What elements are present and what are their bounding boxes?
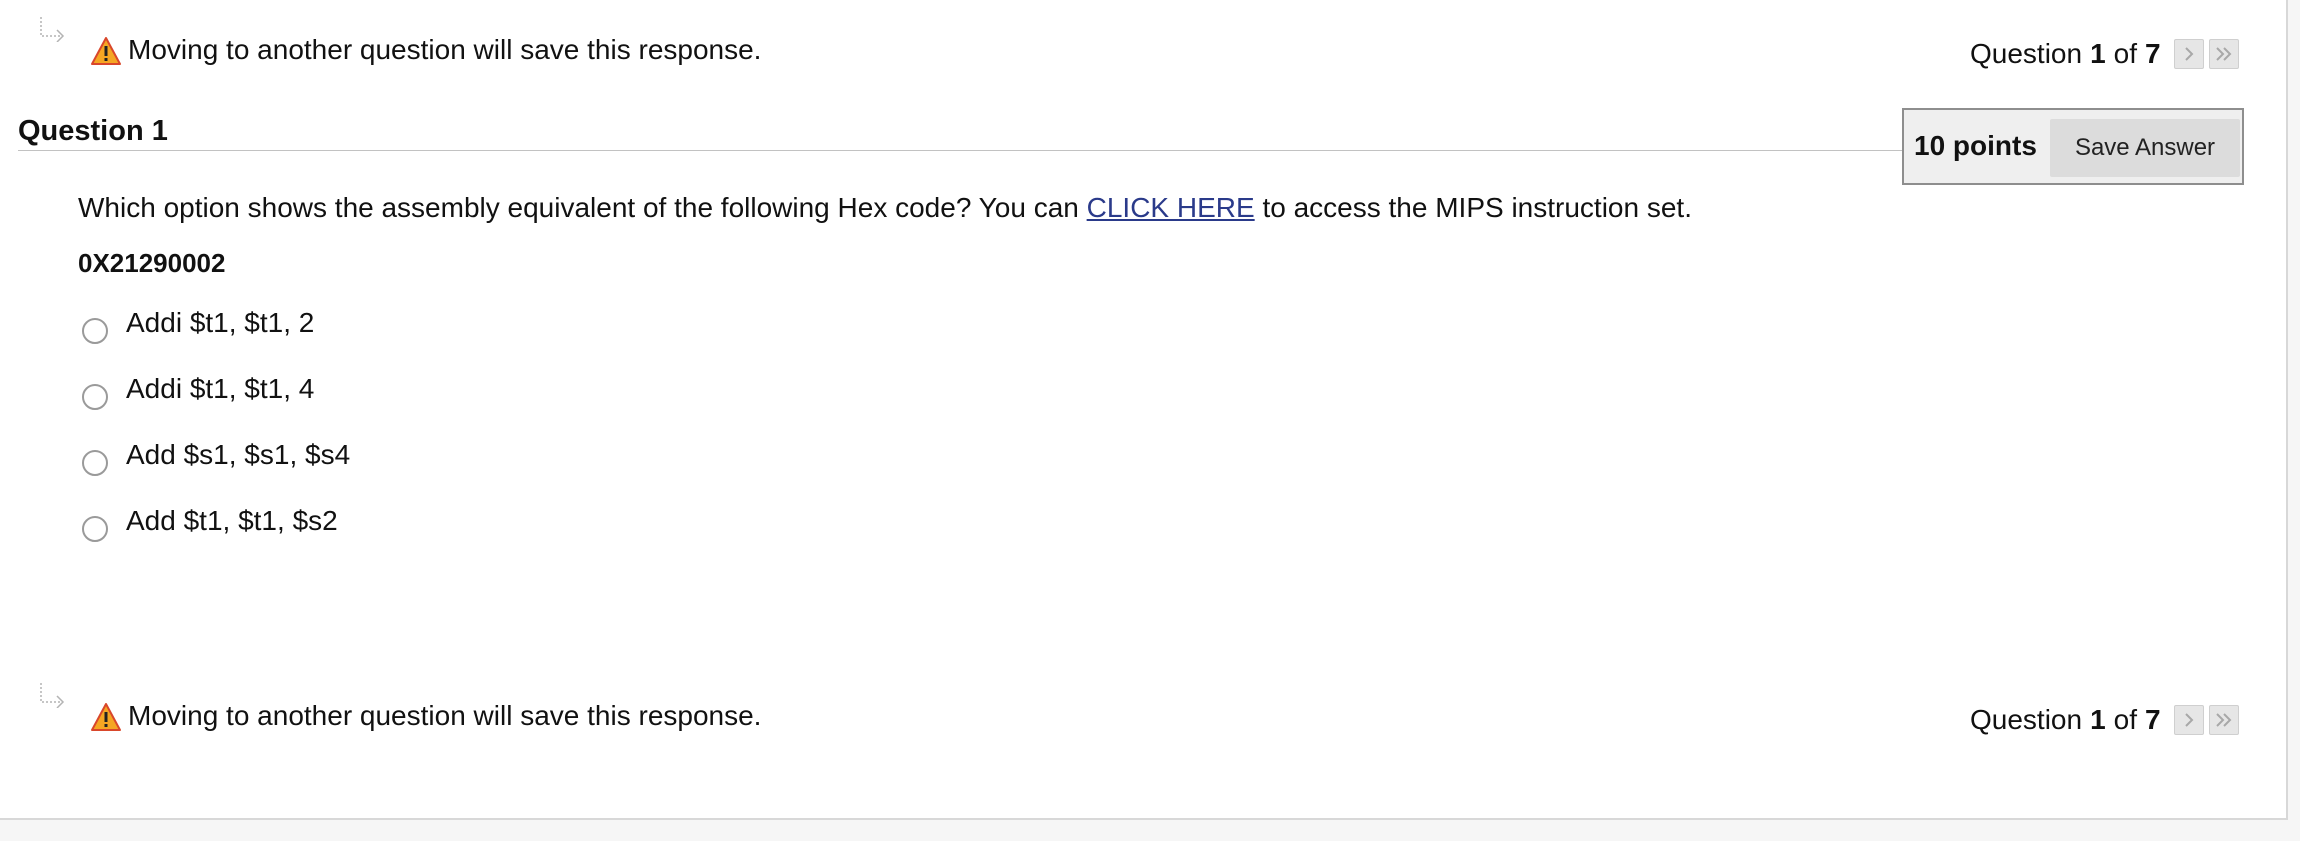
question-navigator-top: Question 1 of 7: [1970, 37, 2239, 71]
question-nav-prefix: Question: [1970, 704, 2083, 735]
total-question-count: 7: [2145, 38, 2161, 69]
double-chevron-right-icon: [2215, 713, 2232, 727]
save-notice-text: Moving to another question will save thi…: [128, 700, 762, 731]
save-notice-text: Moving to another question will save thi…: [128, 34, 762, 65]
answer-option[interactable]: Add $t1, $t1, $s2: [82, 504, 682, 548]
answer-option-label[interactable]: Add $s1, $s1, $s4: [126, 438, 350, 472]
last-question-button[interactable]: [2208, 39, 2239, 69]
radio-button[interactable]: [82, 384, 108, 410]
save-answer-button[interactable]: Save Answer: [2050, 119, 2240, 177]
question-nav-of: of: [2113, 704, 2138, 735]
question-prompt: Which option shows the assembly equivale…: [78, 190, 1692, 226]
radio-button[interactable]: [82, 516, 108, 542]
question-title: Question 1: [18, 115, 168, 147]
points-label: 10 points: [1914, 130, 2037, 161]
question-divider: [18, 150, 1904, 151]
next-question-button[interactable]: [2173, 39, 2204, 69]
prompt-text-before: Which option shows the assembly equivale…: [78, 192, 1087, 223]
prompt-text-after: to access the MIPS instruction set.: [1254, 192, 1692, 223]
warning-icon: [91, 703, 121, 731]
double-chevron-right-icon: [2215, 47, 2232, 61]
answer-option-label[interactable]: Add $t1, $t1, $s2: [126, 504, 338, 538]
hex-code: 0X21290002: [78, 248, 226, 278]
chevron-right-icon: [2184, 47, 2194, 61]
answer-option[interactable]: Addi $t1, $t1, 4: [82, 372, 682, 416]
elbow-arrow-icon: [40, 17, 65, 42]
points-box: 10 points Save Answer: [1902, 108, 2244, 185]
answer-option[interactable]: Addi $t1, $t1, 2: [82, 306, 682, 350]
answer-option-label[interactable]: Addi $t1, $t1, 4: [126, 372, 314, 406]
current-question-number: 1: [2090, 704, 2106, 735]
question-nav-prefix: Question: [1970, 38, 2083, 69]
warning-icon: [91, 37, 121, 65]
current-question-number: 1: [2090, 38, 2106, 69]
next-question-button[interactable]: [2173, 705, 2204, 735]
answer-option[interactable]: Add $s1, $s1, $s4: [82, 438, 682, 482]
radio-button[interactable]: [82, 450, 108, 476]
last-question-button[interactable]: [2208, 705, 2239, 735]
assessment-panel: Moving to another question will save thi…: [0, 0, 2288, 820]
mips-instruction-set-link[interactable]: CLICK HERE: [1087, 192, 1255, 223]
question-navigator-bottom: Question 1 of 7: [1970, 703, 2239, 737]
answer-option-label[interactable]: Addi $t1, $t1, 2: [126, 306, 314, 340]
chevron-right-icon: [2184, 713, 2194, 727]
question-nav-of: of: [2113, 38, 2138, 69]
elbow-arrow-icon: [40, 683, 65, 708]
radio-button[interactable]: [82, 318, 108, 344]
total-question-count: 7: [2145, 704, 2161, 735]
